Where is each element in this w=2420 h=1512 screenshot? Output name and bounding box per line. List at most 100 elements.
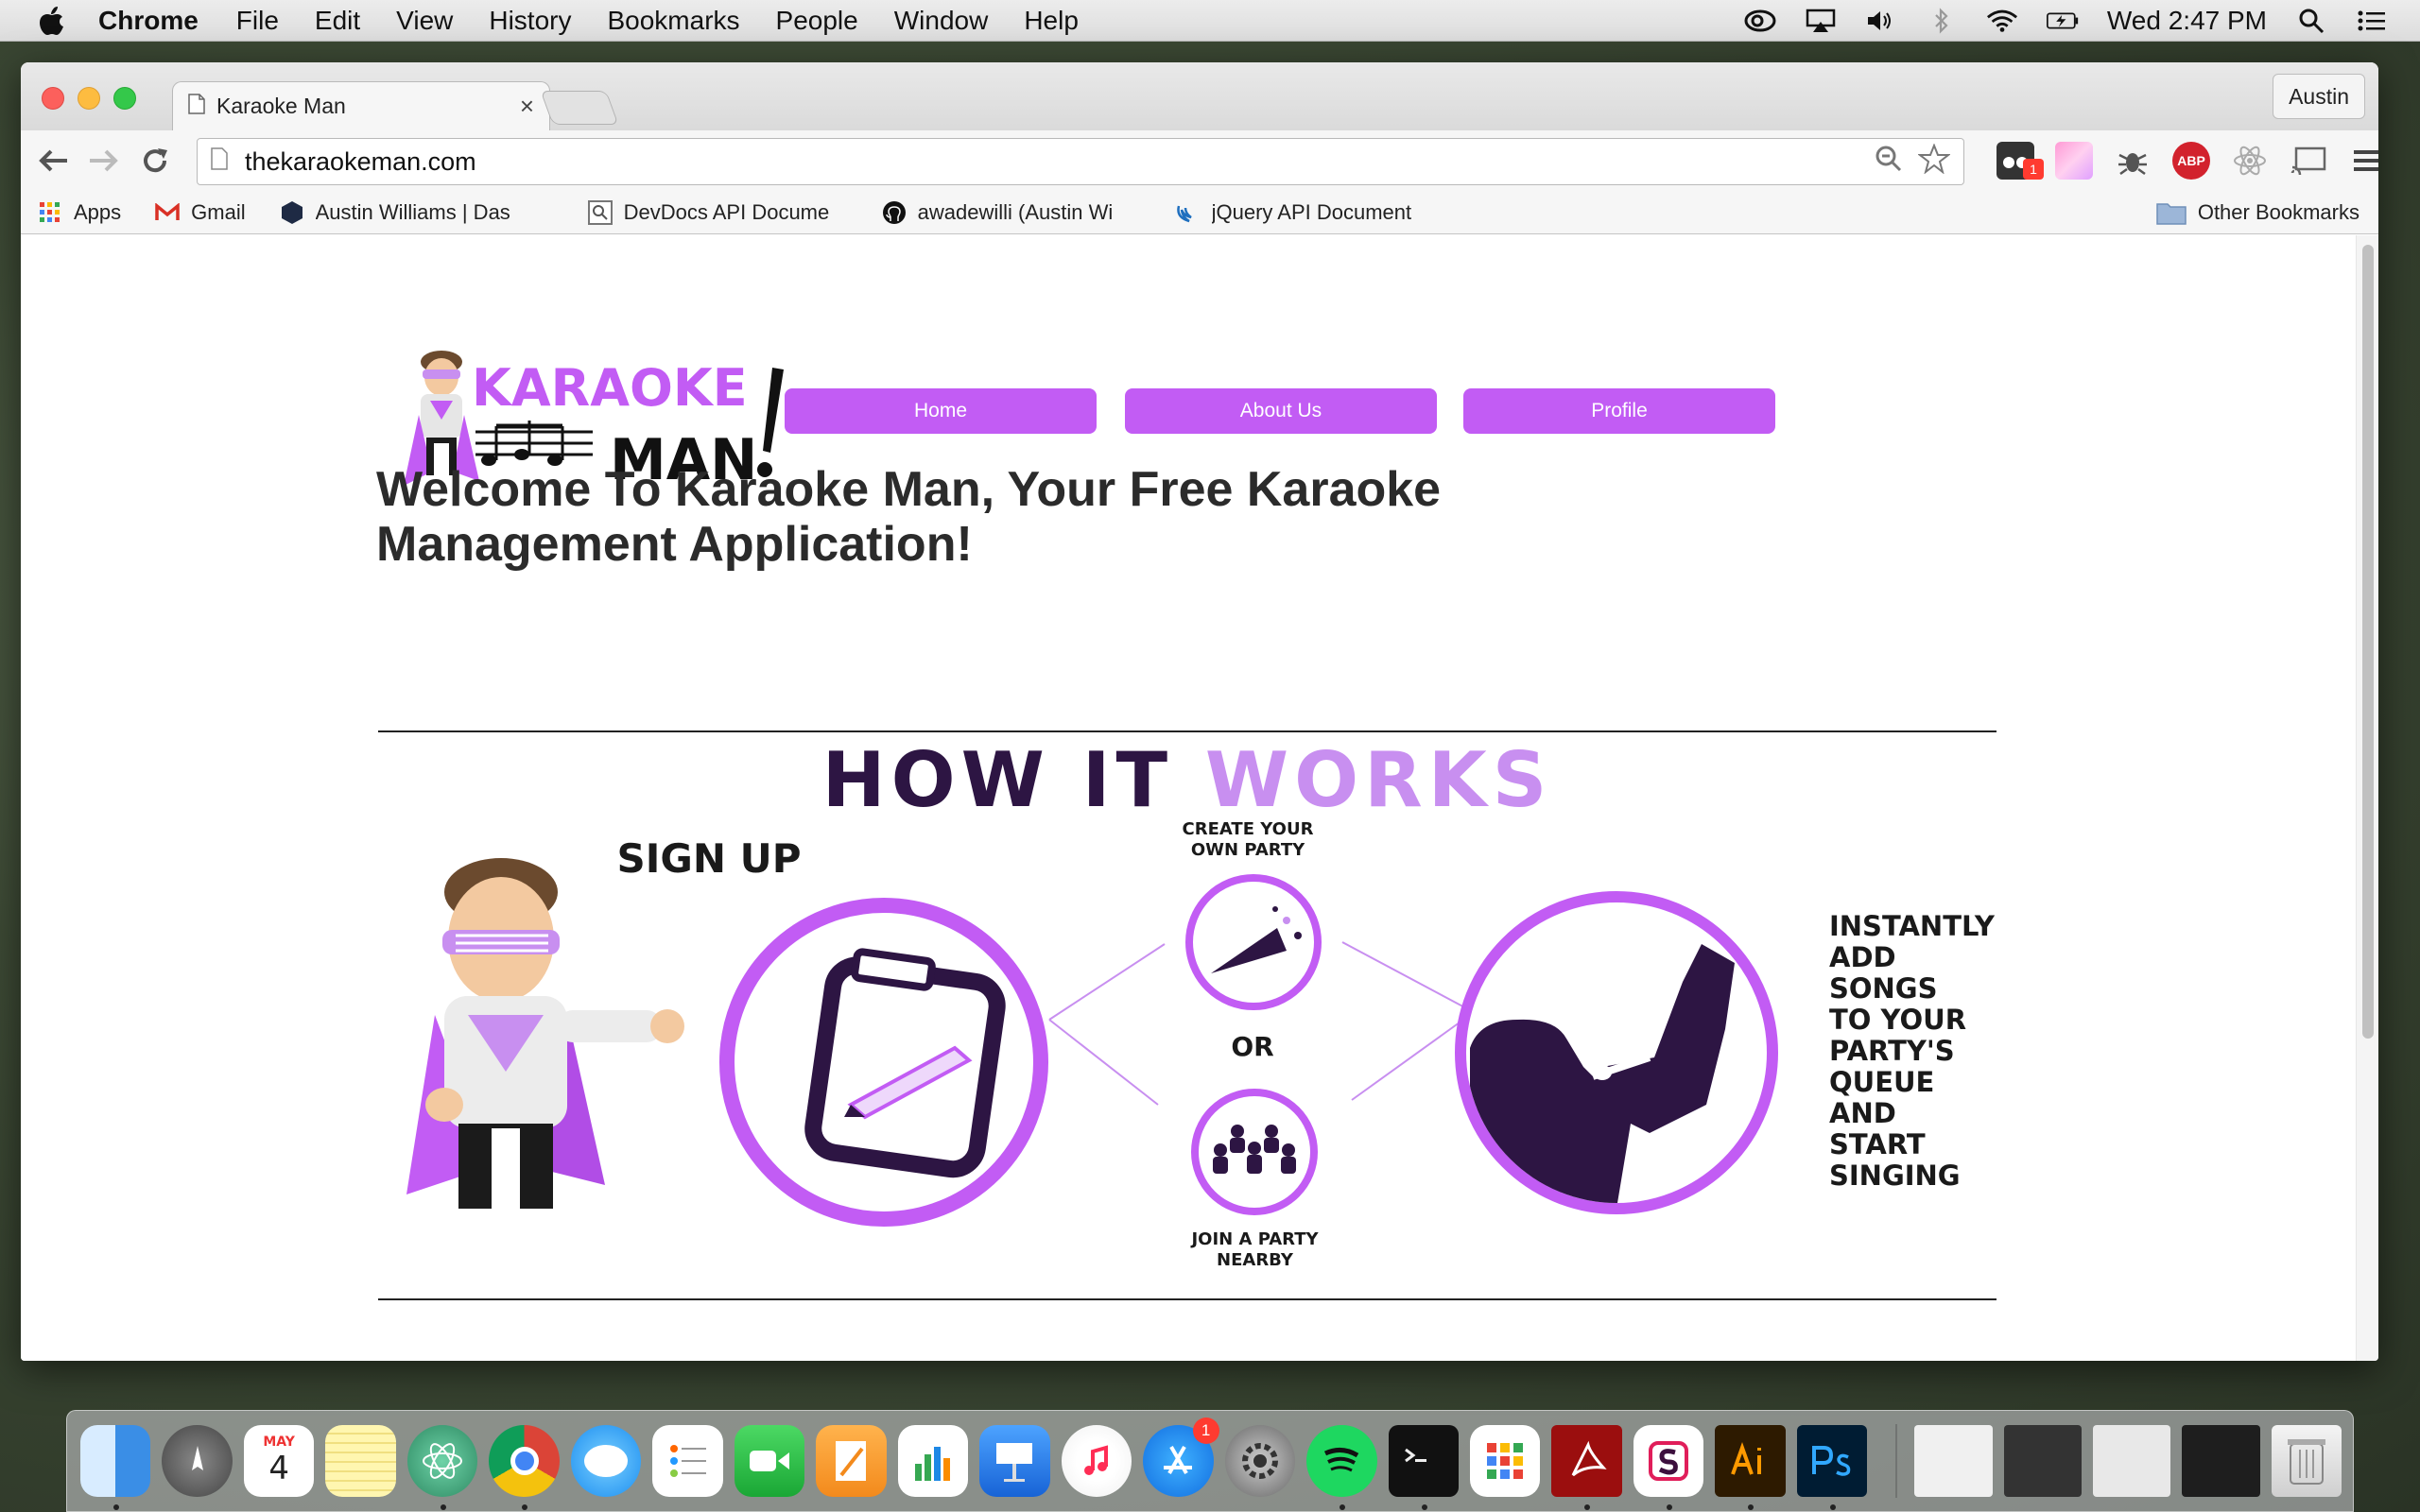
notes-dock-icon[interactable] xyxy=(325,1425,396,1497)
apple-menu-icon[interactable] xyxy=(38,6,66,36)
minimized-window-thumbnail[interactable] xyxy=(2182,1425,2260,1497)
battery-icon[interactable] xyxy=(2046,8,2079,34)
extension-adblock-icon[interactable]: ABP xyxy=(2172,142,2210,180)
back-button[interactable] xyxy=(34,142,72,180)
window-close-button[interactable] xyxy=(42,87,64,110)
browser-window: Karaoke Man × Austin thekaraokeman.com 1… xyxy=(21,62,2378,1361)
clipboard-icon xyxy=(719,898,1048,1227)
browser-toolbar: thekaraokeman.com 1 ABP xyxy=(21,130,2378,191)
terminal-dock-icon[interactable] xyxy=(1388,1425,1459,1510)
facetime-dock-icon[interactable] xyxy=(734,1425,805,1497)
page-headline: Welcome To Karaoke Man, Your Free Karaok… xyxy=(376,462,1442,572)
bookmark-apps[interactable]: Apps xyxy=(38,200,121,225)
spotlight-search-icon[interactable] xyxy=(2295,8,2327,34)
bookmark-label: Austin Williams | Das xyxy=(315,199,510,224)
numbers-dock-icon[interactable] xyxy=(897,1425,969,1497)
devdocs-icon xyxy=(587,199,613,225)
profile-button[interactable]: Austin xyxy=(2273,74,2365,119)
bookmark-gmail[interactable]: Gmail xyxy=(155,200,246,225)
messages-dock-icon[interactable] xyxy=(570,1425,642,1497)
forward-button[interactable] xyxy=(85,142,123,180)
extension-react-icon[interactable] xyxy=(2231,142,2269,180)
window-minimize-button[interactable] xyxy=(78,87,100,110)
minimized-window-thumbnail[interactable] xyxy=(2003,1425,2082,1497)
menu-view[interactable]: View xyxy=(396,6,453,36)
calendar-day: 4 xyxy=(268,1450,289,1487)
notification-center-icon[interactable] xyxy=(2356,8,2388,34)
airplay-icon[interactable] xyxy=(1805,8,1837,34)
menu-file[interactable]: File xyxy=(236,6,279,36)
page-scrollbar[interactable] xyxy=(2356,235,2378,1361)
nav-about-button[interactable]: About Us xyxy=(1125,388,1437,434)
menu-window[interactable]: Window xyxy=(894,6,989,36)
new-tab-button[interactable] xyxy=(540,91,619,125)
page-info-icon[interactable] xyxy=(211,146,228,177)
menu-app-name[interactable]: Chrome xyxy=(98,6,199,36)
or-label: OR xyxy=(1231,1031,1274,1062)
volume-icon[interactable] xyxy=(1865,8,1897,34)
extension-colorpicker-icon[interactable] xyxy=(2055,142,2093,180)
bluetooth-icon[interactable] xyxy=(1926,7,1958,34)
other-bookmarks[interactable]: Other Bookmarks xyxy=(2156,200,2360,225)
extension-bug-icon[interactable] xyxy=(2114,142,2152,180)
bookmark-devdocs[interactable]: DevDocs API Docume xyxy=(587,199,848,225)
hex-icon xyxy=(280,200,304,225)
folder-icon xyxy=(2156,200,2187,225)
window-maximize-button[interactable] xyxy=(113,87,136,110)
chrome-dock-icon[interactable] xyxy=(489,1425,560,1510)
bookmark-label: awadewilli (Austin Wi xyxy=(917,199,1114,224)
pages-dock-icon[interactable] xyxy=(816,1425,887,1497)
minimized-window-thumbnail[interactable] xyxy=(2092,1425,2171,1497)
final-step-line: ADD SONGS xyxy=(1829,941,1938,1005)
bookmark-austin-williams[interactable]: Austin Williams | Das xyxy=(280,200,554,225)
chrome-menu-icon[interactable] xyxy=(2348,142,2378,180)
atom-dock-icon[interactable] xyxy=(406,1425,478,1510)
tab-karaoke-man[interactable]: Karaoke Man × xyxy=(172,81,550,130)
itunes-dock-icon[interactable] xyxy=(1061,1425,1132,1497)
tab-close-icon[interactable]: × xyxy=(520,92,534,121)
final-step-text: INSTANTLY ADD SONGS TO YOUR PARTY'S QUEU… xyxy=(1829,911,2009,1192)
extension-tampermonkey-icon[interactable]: 1 xyxy=(1996,142,2044,180)
final-step-line: SINGING xyxy=(1829,1160,1961,1192)
calendar-month: MAY xyxy=(263,1435,295,1450)
menu-bookmarks[interactable]: Bookmarks xyxy=(607,6,739,36)
scrollbar-thumb[interactable] xyxy=(2362,245,2374,1039)
photoshop-dock-icon[interactable] xyxy=(1796,1425,1868,1510)
page-favicon-icon xyxy=(188,93,205,120)
url-text[interactable]: thekaraokeman.com xyxy=(245,147,1875,177)
acrobat-dock-icon[interactable] xyxy=(1551,1425,1622,1510)
minimized-window-thumbnail[interactable] xyxy=(1914,1425,1993,1497)
finder-dock-icon[interactable] xyxy=(80,1425,151,1510)
menu-history[interactable]: History xyxy=(489,6,571,36)
divider-top xyxy=(378,730,1996,732)
reminders-dock-icon[interactable] xyxy=(652,1425,723,1497)
wifi-icon[interactable] xyxy=(1986,8,2018,34)
final-step-line: START xyxy=(1829,1128,1926,1160)
bookmark-github[interactable]: awadewilli (Austin Wi xyxy=(882,200,1142,225)
bookmark-label: DevDocs API Docume xyxy=(623,199,830,224)
menu-edit[interactable]: Edit xyxy=(315,6,360,36)
trash-dock-icon[interactable] xyxy=(2271,1425,2342,1497)
menu-help[interactable]: Help xyxy=(1024,6,1079,36)
macos-dock: MAY 4 1 xyxy=(66,1410,2354,1512)
bookmark-jquery[interactable]: jQuery API Document xyxy=(1176,200,1450,225)
spotify-dock-icon[interactable] xyxy=(1306,1425,1377,1510)
bookmark-star-icon[interactable] xyxy=(1917,142,1951,180)
slack-dock-icon[interactable] xyxy=(1633,1425,1704,1510)
menubar-clock[interactable]: Wed 2:47 PM xyxy=(2107,6,2267,36)
zoom-icon[interactable] xyxy=(1875,145,1903,180)
nav-home-button[interactable]: Home xyxy=(785,388,1097,434)
nav-profile-button[interactable]: Profile xyxy=(1463,388,1775,434)
app-store-dock-icon[interactable]: 1 xyxy=(1143,1418,1219,1497)
cast-icon[interactable] xyxy=(2290,142,2327,180)
launcher-grid-dock-icon[interactable] xyxy=(1469,1425,1541,1497)
menu-people[interactable]: People xyxy=(776,6,858,36)
keynote-dock-icon[interactable] xyxy=(979,1425,1050,1497)
calendar-dock-icon[interactable]: MAY 4 xyxy=(243,1425,315,1497)
launchpad-dock-icon[interactable] xyxy=(162,1425,233,1497)
creative-cloud-icon[interactable] xyxy=(1744,8,1776,34)
address-bar[interactable]: thekaraokeman.com xyxy=(197,138,1964,185)
reload-button[interactable] xyxy=(136,142,174,180)
system-preferences-dock-icon[interactable] xyxy=(1224,1425,1296,1497)
illustrator-dock-icon[interactable] xyxy=(1715,1425,1786,1510)
